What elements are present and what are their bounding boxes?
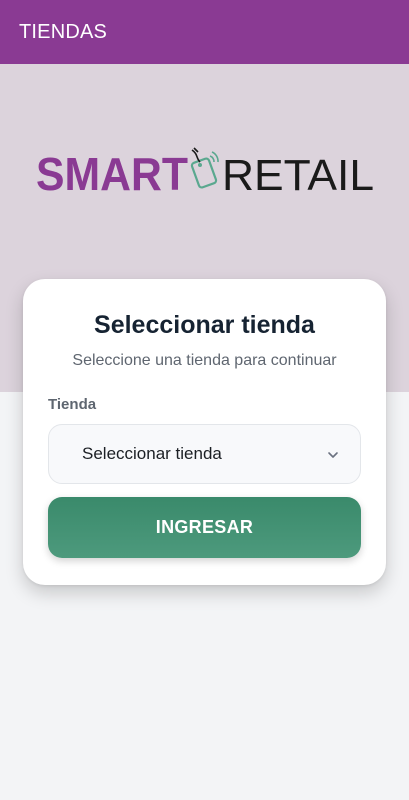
logo-text-smart: SMART (36, 148, 188, 198)
ingresar-button[interactable]: INGRESAR (48, 497, 361, 558)
store-select-dropdown[interactable]: Seleccionar tienda (48, 424, 361, 484)
app-bar: TIENDAS (0, 0, 409, 64)
logo-text-retail: RETAIL (222, 151, 374, 198)
store-select-value: Seleccionar tienda (82, 444, 222, 463)
store-select-card: Seleccionar tienda Seleccione una tienda… (23, 279, 386, 585)
app-bar-title: TIENDAS (19, 20, 108, 43)
smart-retail-logo: SMART RETAIL (36, 147, 374, 198)
ingresar-button-label: INGRESAR (155, 517, 254, 537)
price-tag-icon (190, 147, 219, 189)
store-field-label: Tienda (48, 396, 97, 413)
card-subtitle: Seleccione una tienda para continuar (72, 352, 337, 369)
chevron-down-icon (328, 452, 338, 458)
card-title: Seleccionar tienda (94, 311, 315, 339)
